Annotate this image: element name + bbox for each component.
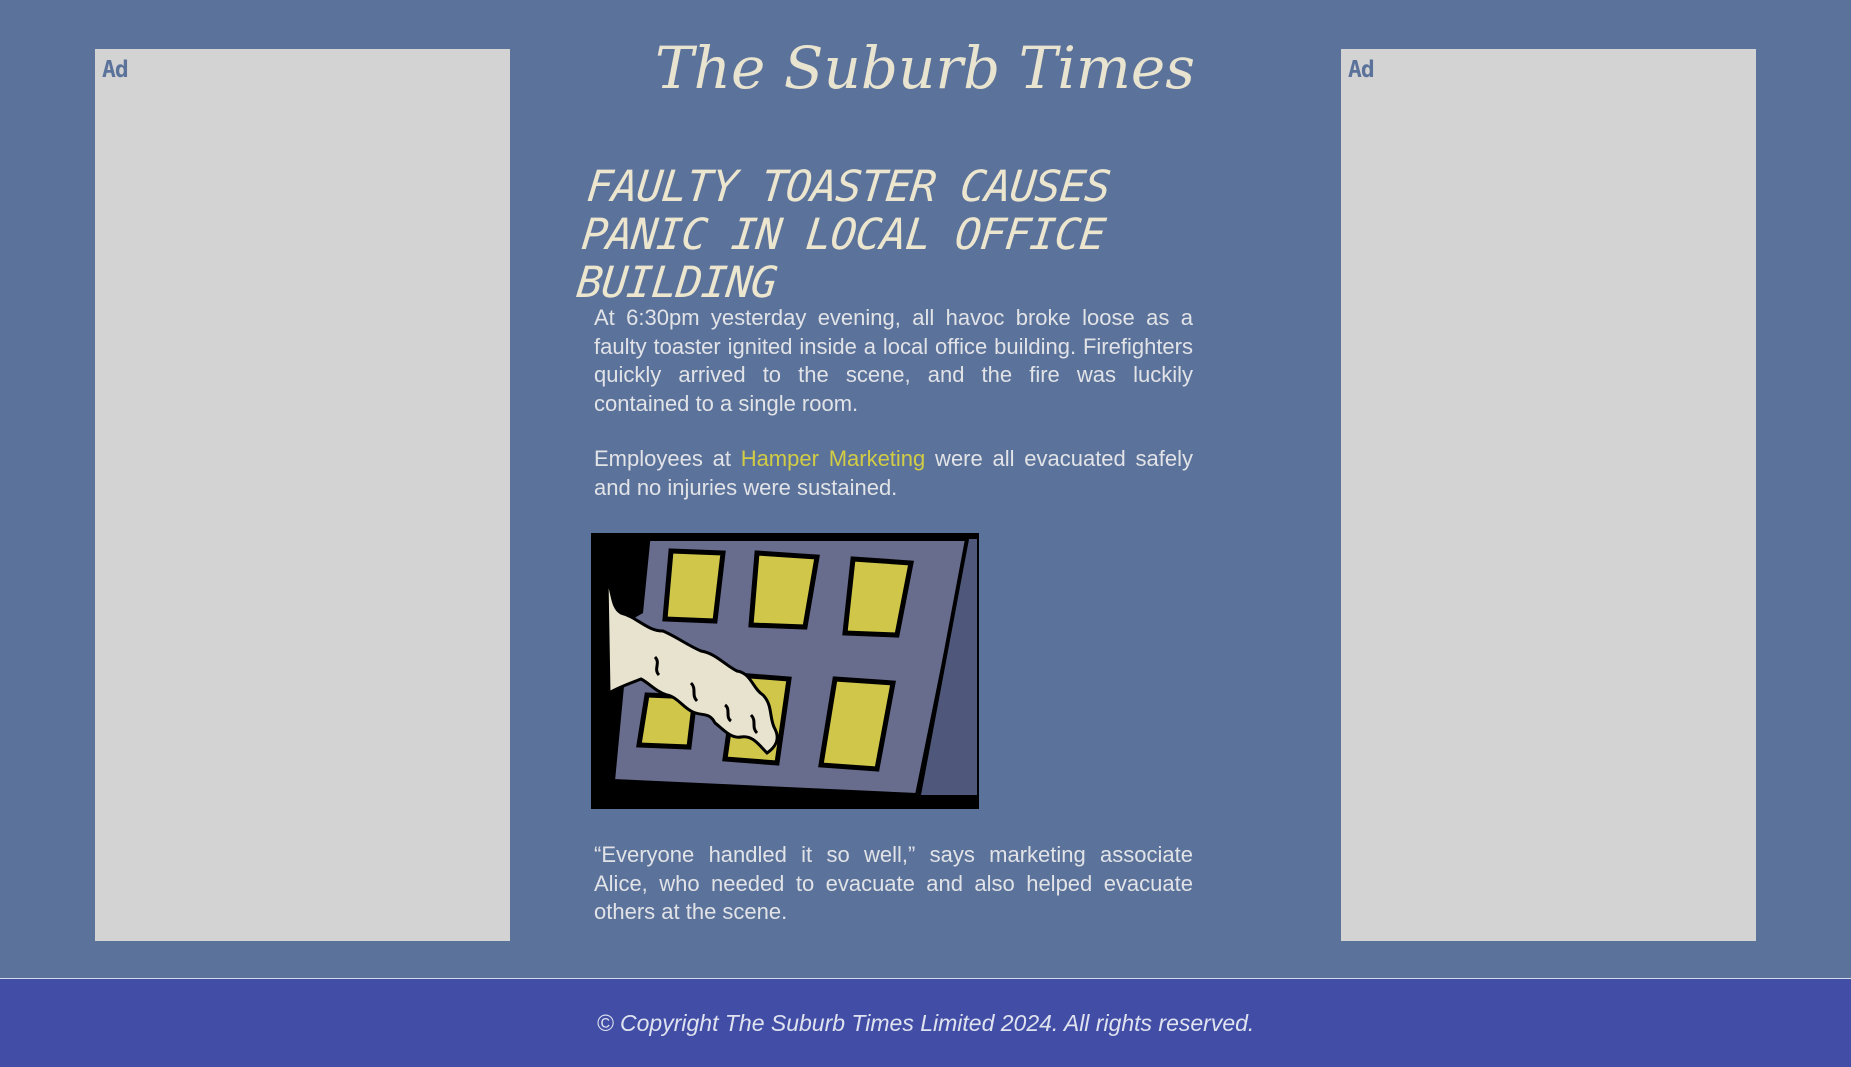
ad-panel-right[interactable]: Ad: [1341, 49, 1756, 941]
paragraph-text: Employees at: [594, 446, 741, 471]
ad-panel-left[interactable]: Ad: [95, 49, 510, 941]
ad-label: Ad: [1348, 57, 1375, 83]
article-paragraph-1: At 6:30pm yesterday evening, all havoc b…: [594, 305, 1193, 416]
copyright-text: © Copyright The Suburb Times Limited 202…: [596, 1009, 1255, 1036]
article-headline: FAULTY TOASTER CAUSES PANIC IN LOCAL OFF…: [574, 162, 1229, 308]
article-paragraph-3: “Everyone handled it so well,” says mark…: [594, 842, 1193, 924]
ad-label: Ad: [102, 57, 129, 83]
burning-building-illustration: [591, 533, 979, 814]
article-paragraph-2: Employees at Hamper Marketing were all e…: [594, 445, 1193, 502]
headline-line-1: FAULTY TOASTER CAUSES: [584, 162, 1113, 212]
site-title: The Suburb Times: [655, 34, 1195, 102]
headline-line-2: PANIC IN LOCAL OFFICE BUILDING: [574, 210, 1108, 308]
company-link[interactable]: Hamper Marketing: [741, 446, 926, 471]
page-footer: © Copyright The Suburb Times Limited 202…: [0, 979, 1851, 1067]
